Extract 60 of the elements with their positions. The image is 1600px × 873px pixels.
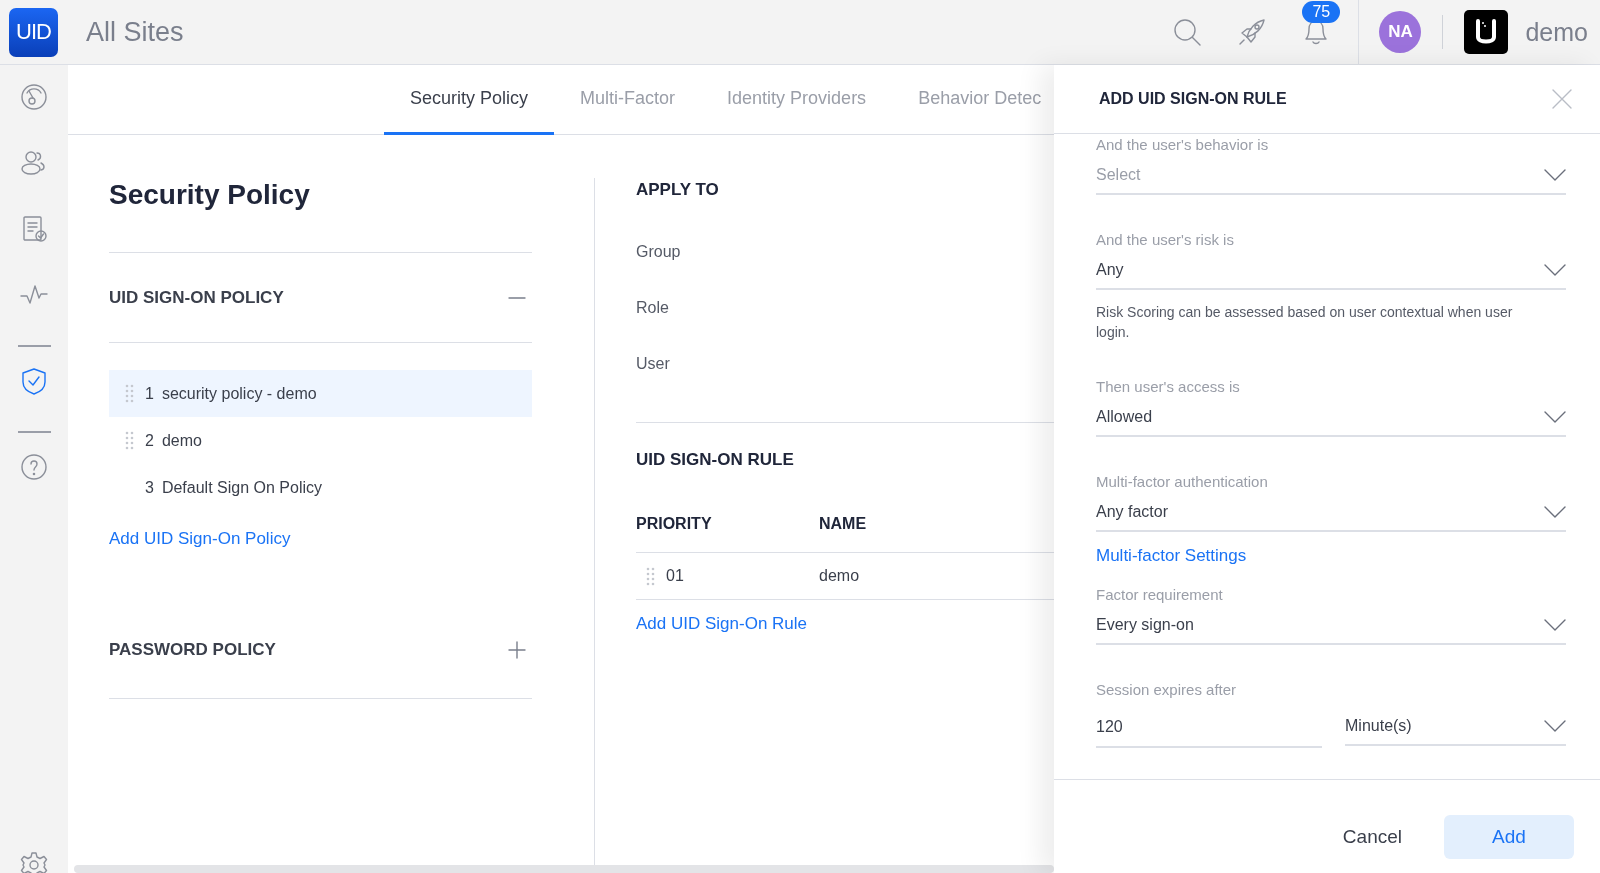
org-name[interactable]: demo <box>1525 17 1588 47</box>
chevron-down-icon <box>1544 619 1566 631</box>
add-policy-link[interactable]: Add UID Sign-On Policy <box>109 529 291 548</box>
column-header: PRIORITY <box>636 515 713 533</box>
notification-count: 75 <box>1302 1 1341 23</box>
shield-icon[interactable] <box>20 367 48 395</box>
chevron-down-icon <box>1544 506 1566 518</box>
select-field[interactable]: Every sign-on <box>1096 607 1566 645</box>
scrollbar[interactable] <box>74 865 1054 873</box>
section-title: APPLY TO <box>636 180 720 200</box>
add-button[interactable]: Add <box>1444 814 1574 859</box>
add-rule-link[interactable]: Add UID Sign-On Rule <box>636 614 808 633</box>
help-icon[interactable] <box>20 453 48 481</box>
chevron-down-icon <box>1544 169 1566 181</box>
chevron-down-icon <box>1544 411 1566 423</box>
option-label: Role <box>636 298 670 318</box>
logo[interactable]: UID <box>9 7 58 57</box>
close-icon[interactable] <box>1552 89 1572 109</box>
report-icon[interactable] <box>20 215 48 243</box>
section-title: UID SIGN-ON RULE <box>636 450 795 470</box>
search-icon[interactable] <box>1172 17 1203 47</box>
field-label: And the user's behavior is <box>1096 136 1270 153</box>
option-label: Group <box>636 242 682 262</box>
section-title: UID SIGN-ON POLICY <box>109 287 284 308</box>
chevron-down-icon <box>1544 720 1566 732</box>
select-field[interactable]: Minute(s) <box>1345 708 1566 746</box>
field-label: Session expires after <box>1096 681 1238 698</box>
select-field[interactable]: Any <box>1096 252 1566 290</box>
tab[interactable]: Security Policy <box>384 65 555 135</box>
table-cell-text: demo <box>819 567 861 585</box>
users-icon[interactable] <box>20 149 48 177</box>
help-text: Risk Scoring can be assessed based on user contextual when user login. <box>1096 303 1514 342</box>
select-field[interactable]: Allowed <box>1096 399 1566 437</box>
field-label: Factor requirement <box>1096 586 1224 603</box>
drag-handle-icon <box>124 384 134 403</box>
page-title: Security Policy <box>109 179 532 253</box>
settings-icon[interactable] <box>20 851 48 873</box>
field-label: And the user's risk is <box>1096 231 1235 248</box>
site-title[interactable]: All Sites <box>86 16 184 48</box>
gauge-icon[interactable] <box>20 83 48 111</box>
table-cell: 01 <box>666 567 684 585</box>
section-title: PASSWORD POLICY <box>109 639 276 660</box>
panel-title: ADD UID SIGN-ON RULE <box>1099 90 1287 108</box>
policy-item[interactable]: 2 demo <box>109 417 532 464</box>
cancel-button[interactable]: Cancel <box>1336 814 1408 859</box>
org-logo-icon[interactable] <box>1464 10 1509 54</box>
field-label: Multi-factor authentication <box>1096 473 1269 490</box>
avatar[interactable]: NA <box>1379 11 1422 53</box>
option-label: User <box>636 354 671 374</box>
policy-item[interactable]: 3 Default Sign On Policy <box>109 464 532 511</box>
drag-handle-icon <box>646 566 655 586</box>
column-header: NAME <box>819 515 868 533</box>
policy-item[interactable]: 1 security policy - demo <box>109 370 532 417</box>
drag-handle-icon <box>124 431 134 450</box>
chevron-down-icon <box>1544 264 1566 276</box>
select-field[interactable]: Any factor <box>1096 494 1566 532</box>
field-label: Then user's access is <box>1096 378 1241 395</box>
settings-link[interactable]: Multi-factor Settings <box>1096 546 1247 565</box>
plus-icon[interactable] <box>508 640 526 659</box>
rocket-icon[interactable] <box>1237 17 1268 47</box>
